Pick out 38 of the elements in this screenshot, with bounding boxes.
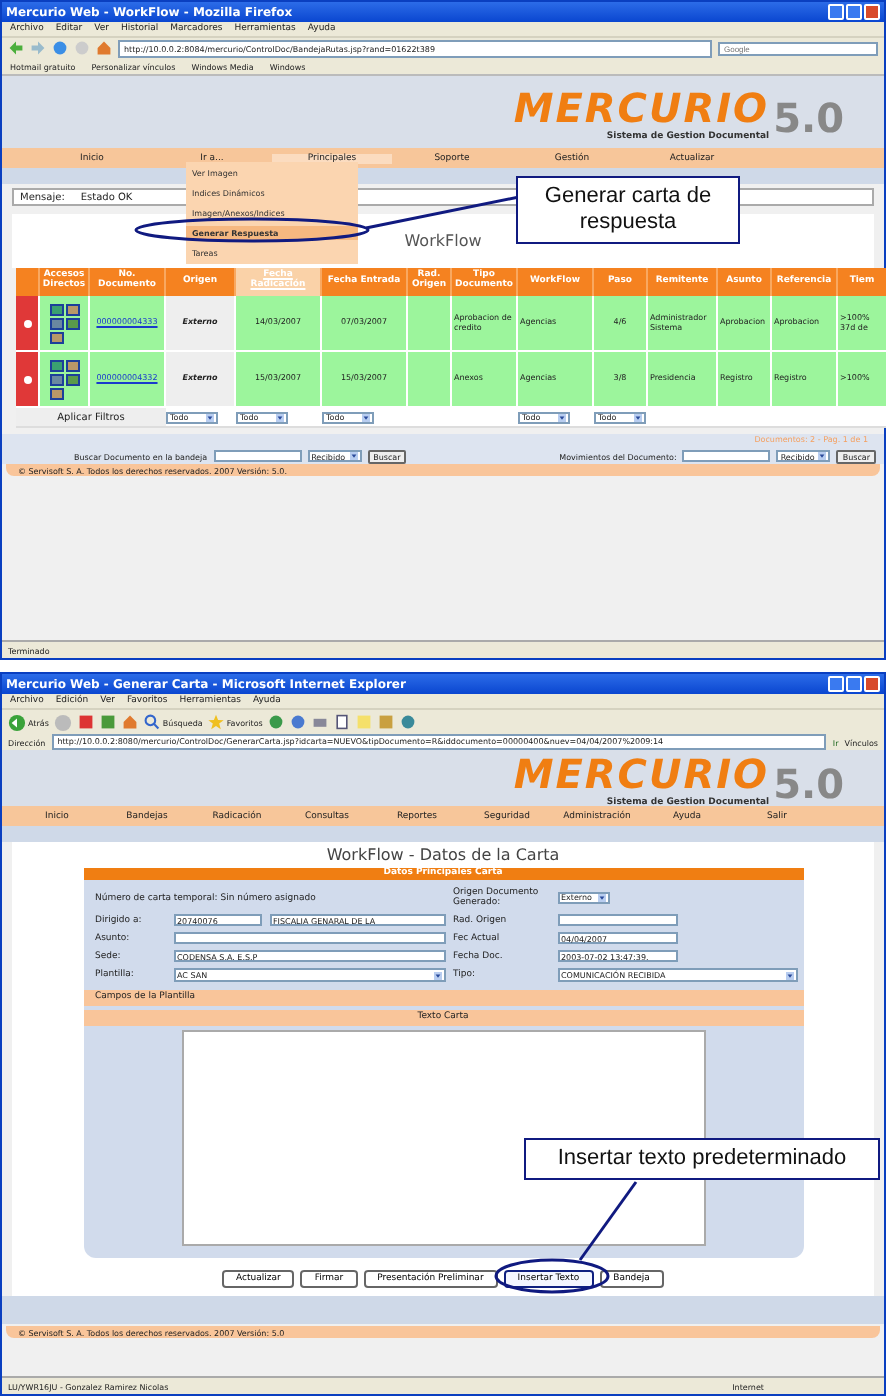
page-heading: WorkFlow - Datos de la Carta xyxy=(326,844,560,868)
caret-icon[interactable] xyxy=(362,413,370,421)
maximize-button[interactable] xyxy=(846,4,862,20)
search-field[interactable] xyxy=(213,450,302,462)
minimize-button[interactable] xyxy=(828,676,844,692)
caret-icon[interactable] xyxy=(433,971,441,979)
caret-icon[interactable] xyxy=(206,413,214,421)
callout-box: Generar carta de respuesta xyxy=(516,176,740,244)
search-icon[interactable] xyxy=(144,714,161,730)
logo-wordmark: MERCURIO xyxy=(513,749,770,797)
caret-icon[interactable] xyxy=(785,971,793,979)
logo-version: 5.0 xyxy=(773,759,844,807)
caret-icon[interactable] xyxy=(349,452,358,460)
star-icon[interactable] xyxy=(208,714,225,730)
caret-icon[interactable] xyxy=(558,413,566,421)
callout-box: Insertar texto predeterminado xyxy=(524,1138,880,1180)
minimize-button[interactable] xyxy=(828,4,844,20)
home-icon[interactable] xyxy=(96,40,112,56)
column-header xyxy=(16,268,40,296)
page-heading: WorkFlow xyxy=(404,232,482,250)
row-radio[interactable] xyxy=(23,319,31,327)
caret-icon[interactable] xyxy=(818,452,827,460)
caret-icon[interactable] xyxy=(276,413,284,421)
caret-icon[interactable] xyxy=(597,893,605,902)
document-icon[interactable] xyxy=(334,714,351,730)
movements-field[interactable] xyxy=(682,450,771,462)
rad-origin-field[interactable] xyxy=(557,914,677,926)
logo-wordmark: MERCURIO xyxy=(513,83,770,131)
home-icon[interactable] xyxy=(122,714,139,730)
close-button[interactable] xyxy=(864,4,880,20)
refresh-icon[interactable] xyxy=(100,714,117,730)
row-radio[interactable] xyxy=(23,375,31,383)
maximize-button[interactable] xyxy=(846,676,862,692)
caret-icon[interactable] xyxy=(634,413,642,421)
back-arrow-icon[interactable] xyxy=(8,40,24,56)
logo-version: 5.0 xyxy=(773,93,844,141)
close-button[interactable] xyxy=(864,676,880,692)
subject-field[interactable] xyxy=(173,932,445,944)
